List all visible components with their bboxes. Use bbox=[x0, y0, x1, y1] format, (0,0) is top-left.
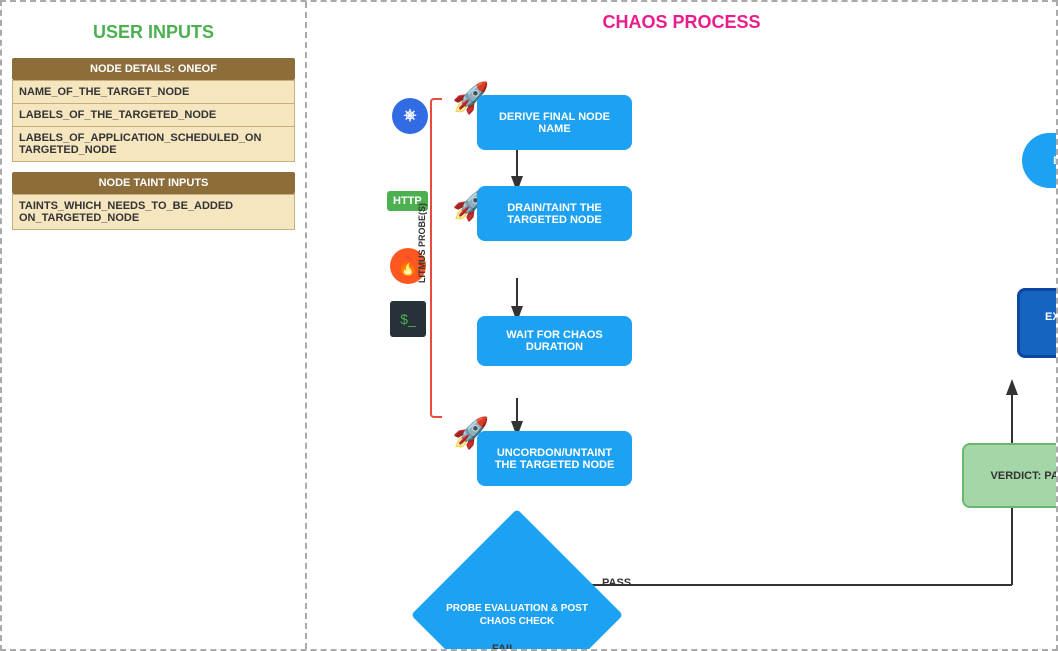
left-panel: USER INPUTS NODE DETAILS: ONEOF NAME_OF_… bbox=[2, 2, 307, 649]
derive-node: DERIVE FINAL NODE NAME bbox=[477, 95, 632, 150]
drain-node: DRAIN/TAINT THE TARGETED NODE bbox=[477, 186, 632, 241]
user-inputs-title: USER INPUTS bbox=[12, 22, 295, 43]
input-labels-application: LABELS_OF_APPLICATION_SCHEDULED_ONTARGET… bbox=[13, 127, 294, 161]
input-name-of-target: NAME_OF_THE_TARGET_NODE bbox=[13, 81, 294, 104]
node-details-header: NODE DETAILS: ONEOF bbox=[12, 58, 295, 80]
taint-inputs-box: TAINTS_WHICH_NEEDS_TO_BE_ADDEDON_TARGETE… bbox=[12, 194, 295, 230]
end-experiment-node: END EXPERIMENT bbox=[1022, 133, 1056, 188]
node-taint-section: NODE TAINT INPUTS TAINTS_WHICH_NEEDS_TO_… bbox=[12, 172, 295, 230]
node-inputs-box: NAME_OF_THE_TARGET_NODE LABELS_OF_THE_TA… bbox=[12, 80, 295, 162]
uncordon-node: UNCORDON/UNTAINT THE TARGETED NODE bbox=[477, 431, 632, 486]
probe-diamond-label: PROBE EVALUATION & POST CHAOS CHECK bbox=[442, 540, 592, 649]
litmus-probe-label: LITMUS PROBE(S) bbox=[417, 203, 427, 283]
experiment-state-node: EXPERIMENT STATE (C.RESULT) bbox=[1017, 288, 1056, 358]
input-taints: TAINTS_WHICH_NEEDS_TO_BE_ADDEDON_TARGETE… bbox=[13, 195, 294, 229]
wait-node: WAIT FOR CHAOS DURATION bbox=[477, 316, 632, 366]
right-panel: CHAOS PROCESS bbox=[307, 2, 1056, 649]
k8s-icon: ⎈ bbox=[392, 98, 428, 134]
probe-brace bbox=[430, 98, 442, 418]
terminal-icon: $_ bbox=[390, 301, 426, 337]
node-taint-header: NODE TAINT INPUTS bbox=[12, 172, 295, 194]
chaos-process-title: CHAOS PROCESS bbox=[322, 12, 1041, 33]
input-labels-targeted: LABELS_OF_THE_TARGETED_NODE bbox=[13, 104, 294, 127]
pass-label: PASS bbox=[602, 577, 631, 589]
verdict-pass-node: VERDICT: PASS bbox=[962, 443, 1056, 508]
flowchart: ⎈ HTTP 🔥 $_ LITMUS PROBE(S) 🚀 🚀 🚀 DERIVE… bbox=[322, 43, 1041, 643]
node-details-section: NODE DETAILS: ONEOF NAME_OF_THE_TARGET_N… bbox=[12, 58, 295, 162]
fail-label: FAIL bbox=[492, 643, 516, 649]
